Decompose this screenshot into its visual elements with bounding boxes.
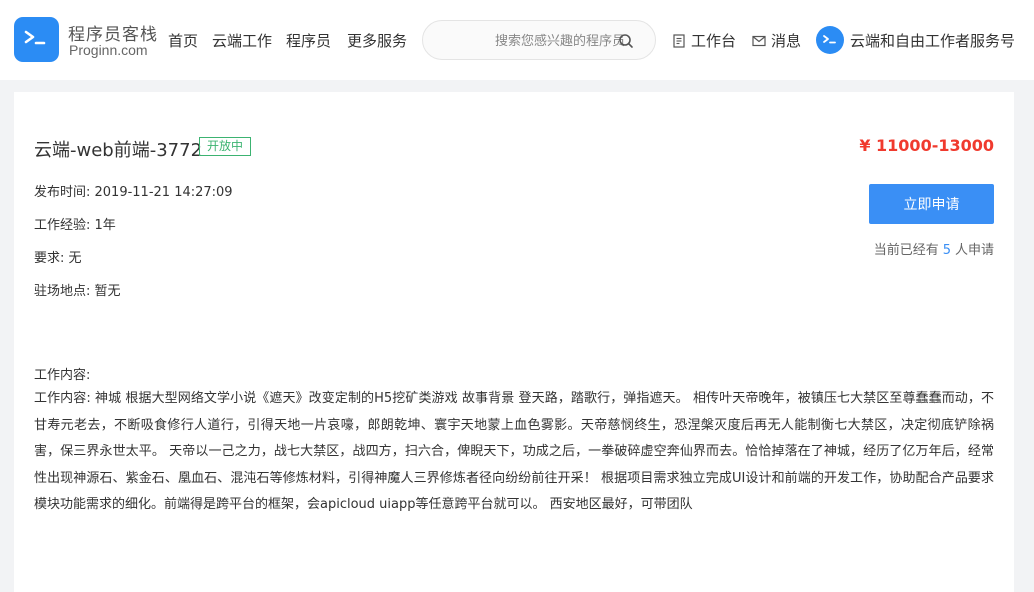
applicants-prefix: 当前已经有 [873, 243, 939, 258]
terminal-prompt-icon [823, 35, 836, 44]
experience: 工作经验: 1年 [34, 218, 116, 233]
mail-icon [752, 35, 766, 46]
workbench-link[interactable]: 工作台 [672, 30, 736, 51]
publish-time: 发布时间: 2019-11-21 14:27:09 [34, 185, 233, 200]
status-badge: 开放中 [199, 137, 252, 156]
top-header: 程序员客栈 Proginn.com 首页 云端工作 程序员 更多服务 工作台 消… [0, 0, 1034, 80]
search-input[interactable] [443, 30, 625, 52]
service-account-name: 云端和自由工作者服务号 [850, 31, 1016, 50]
applicants-number: 5 [942, 243, 951, 258]
nav-programmers[interactable]: 程序员 [286, 30, 331, 51]
content-heading: 工作内容: [34, 368, 91, 383]
avatar [816, 26, 844, 54]
nav-more-services[interactable]: 更多服务 [347, 30, 407, 51]
applicant-count: 当前已经有 5 人申请 [874, 239, 994, 258]
workbench-label: 工作台 [691, 32, 737, 50]
messages-label: 消息 [771, 32, 802, 50]
brand-domain[interactable]: Proginn.com [69, 42, 148, 58]
job-detail-card: 云端-web前端-3772 开放中 ¥ 11000-13000 发布时间: 20… [14, 92, 1014, 592]
nav-home[interactable]: 首页 [168, 30, 198, 51]
nav-cloud-work[interactable]: 云端工作 [212, 30, 272, 51]
search-icon[interactable] [618, 33, 634, 49]
apply-button[interactable]: 立即申请 [869, 184, 994, 224]
requirements: 要求: 无 [34, 251, 82, 266]
job-description: 工作内容: 神城 根据大型网络文学小说《遮天》改变定制的H5挖矿类游戏 故事背景… [34, 391, 994, 512]
salary: ¥ 11000-13000 [859, 136, 994, 155]
job-title: 云端-web前端-3772 [34, 140, 203, 161]
terminal-prompt-icon [24, 30, 46, 45]
search-box [422, 20, 656, 60]
document-icon [673, 33, 685, 48]
applicants-suffix: 人申请 [954, 243, 994, 258]
messages-link[interactable]: 消息 [752, 30, 801, 51]
service-account[interactable]: 云端和自由工作者服务号 [816, 26, 1015, 54]
location: 驻场地点: 暂无 [34, 284, 121, 299]
logo[interactable] [14, 17, 59, 62]
